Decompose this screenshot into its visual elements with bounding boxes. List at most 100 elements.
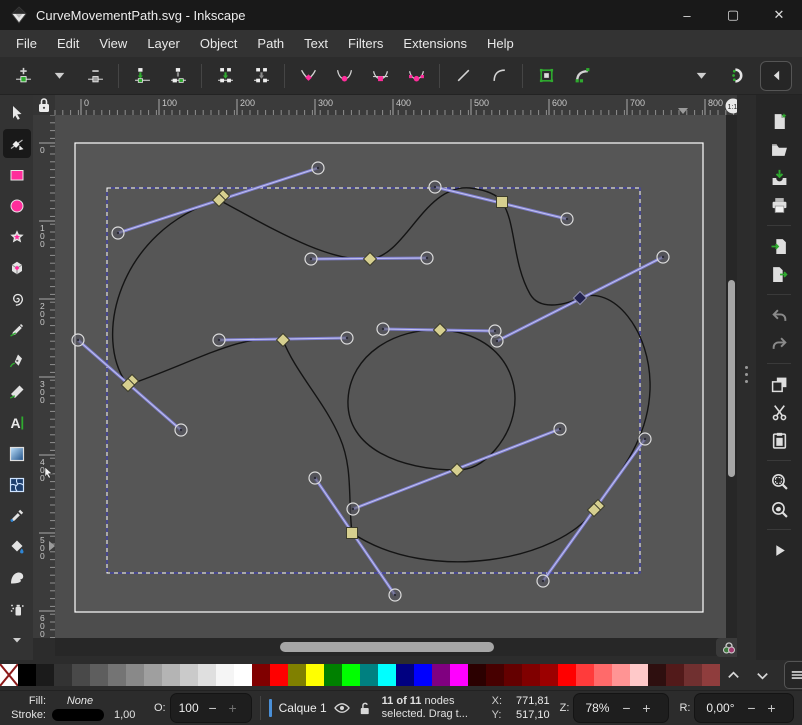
vertical-scrollbar-thumb[interactable] bbox=[728, 280, 735, 477]
swatch-b4b4b4[interactable] bbox=[162, 664, 180, 686]
swatch-ff0000[interactable] bbox=[270, 664, 288, 686]
swatch-008080[interactable] bbox=[360, 664, 378, 686]
segment-line-button[interactable] bbox=[450, 63, 476, 89]
swatch-ff0000[interactable] bbox=[558, 664, 576, 686]
node-insert-button[interactable] bbox=[10, 63, 36, 89]
nodes-join-segment-button[interactable] bbox=[165, 63, 191, 89]
menu-text[interactable]: Text bbox=[294, 36, 338, 51]
node-smooth-button[interactable] bbox=[331, 63, 357, 89]
opacity-decrease-button[interactable]: − bbox=[203, 700, 223, 716]
tool-node[interactable] bbox=[3, 129, 31, 158]
swatch-494949[interactable] bbox=[72, 664, 90, 686]
swatch-0000ff[interactable] bbox=[414, 664, 432, 686]
printer-button[interactable] bbox=[764, 191, 794, 219]
tool-mesh[interactable] bbox=[3, 470, 31, 499]
swatch-808000[interactable] bbox=[288, 664, 306, 686]
swatch-00ff00[interactable] bbox=[342, 664, 360, 686]
rotation-spinbox[interactable]: 0,00° − + bbox=[694, 693, 794, 723]
zoom-increase-button[interactable]: + bbox=[636, 700, 656, 716]
swatch-9f9f9f[interactable] bbox=[144, 664, 162, 686]
undo-button[interactable] bbox=[764, 301, 794, 329]
swatch-800080[interactable] bbox=[432, 664, 450, 686]
folder-open-button[interactable] bbox=[764, 135, 794, 163]
zoom-decrease-button[interactable]: − bbox=[616, 700, 636, 716]
swatch-ffffff[interactable] bbox=[234, 664, 252, 686]
menu-help[interactable]: Help bbox=[477, 36, 524, 51]
menu-extensions[interactable]: Extensions bbox=[393, 36, 477, 51]
tool-calligraphy[interactable] bbox=[3, 377, 31, 406]
export-button[interactable] bbox=[764, 260, 794, 288]
nodes-join-button[interactable] bbox=[129, 63, 155, 89]
vertical-ruler[interactable]: 0100200300400500600 bbox=[33, 115, 55, 638]
node-symmetric-button[interactable] bbox=[367, 63, 393, 89]
rotation-increase-button[interactable]: + bbox=[761, 700, 781, 716]
swatch-703030[interactable] bbox=[684, 664, 702, 686]
swatch-ff6a6a[interactable] bbox=[594, 664, 612, 686]
swatch-dfdfdf[interactable] bbox=[198, 664, 216, 686]
node-delete-button[interactable] bbox=[82, 63, 108, 89]
cut-button[interactable] bbox=[764, 398, 794, 426]
maximize-button[interactable]: ▢ bbox=[710, 0, 756, 30]
zoom-value[interactable]: 78% bbox=[578, 701, 616, 715]
redo-button[interactable] bbox=[764, 329, 794, 357]
rotation-decrease-button[interactable]: − bbox=[741, 700, 761, 716]
document-save-button[interactable] bbox=[764, 163, 794, 191]
close-button[interactable]: ✕ bbox=[756, 0, 802, 30]
swatch-00ffff[interactable] bbox=[378, 664, 396, 686]
layer-lock-open-icon[interactable] bbox=[357, 701, 372, 716]
swatch-f5f5f5[interactable] bbox=[216, 664, 234, 686]
swatch-ff3b3b[interactable] bbox=[576, 664, 594, 686]
zoom-selection-button[interactable] bbox=[764, 467, 794, 495]
opacity-increase-button[interactable]: + bbox=[223, 700, 243, 716]
minimize-button[interactable]: – bbox=[664, 0, 710, 30]
nodes-break-button[interactable] bbox=[212, 63, 238, 89]
palette-scroll-down-icon[interactable] bbox=[755, 668, 770, 683]
panel-resize-grip[interactable] bbox=[742, 366, 750, 383]
tool-rectangle[interactable] bbox=[3, 160, 31, 189]
menu-view[interactable]: View bbox=[89, 36, 137, 51]
segment-curve-button[interactable] bbox=[486, 63, 512, 89]
swatch-ff00ff[interactable] bbox=[450, 664, 468, 686]
nodes-delete-segment-button[interactable] bbox=[248, 63, 274, 89]
fill-value[interactable]: None bbox=[52, 695, 108, 707]
menu-object[interactable]: Object bbox=[190, 36, 248, 51]
collapse-left-button[interactable] bbox=[760, 61, 792, 91]
swatch-1b1b1b[interactable] bbox=[36, 664, 54, 686]
palette-menu-button[interactable] bbox=[784, 661, 802, 689]
swatch-2e0f0f[interactable] bbox=[648, 664, 666, 686]
swatch-ff9494[interactable] bbox=[612, 664, 630, 686]
current-layer-name[interactable]: Calque 1 bbox=[279, 701, 327, 715]
tool-gradient[interactable] bbox=[3, 439, 31, 468]
swatch-898989[interactable] bbox=[126, 664, 144, 686]
menu-file[interactable]: File bbox=[6, 36, 47, 51]
vertical-scrollbar[interactable] bbox=[726, 115, 737, 638]
menu-path[interactable]: Path bbox=[247, 36, 294, 51]
node-corner-button[interactable] bbox=[295, 63, 321, 89]
swatch-cacaca[interactable] bbox=[180, 664, 198, 686]
swatch-ffff00[interactable] bbox=[306, 664, 324, 686]
opacity-value[interactable]: 100 bbox=[175, 701, 203, 715]
tool-tweak[interactable] bbox=[3, 563, 31, 592]
horizontal-scrollbar[interactable] bbox=[55, 638, 726, 656]
tool-paint-bucket[interactable] bbox=[3, 532, 31, 561]
swatch-2b0000[interactable] bbox=[468, 664, 486, 686]
swatch-8f3d3d[interactable] bbox=[702, 664, 720, 686]
zoom-drawing-button[interactable] bbox=[764, 495, 794, 523]
tool-dropper[interactable] bbox=[3, 501, 31, 530]
swatch-none[interactable] bbox=[0, 664, 18, 686]
node-auto-button[interactable] bbox=[403, 63, 429, 89]
swatch-000000[interactable] bbox=[18, 664, 36, 686]
stroke-color-swatch[interactable] bbox=[52, 709, 104, 721]
tool-text[interactable]: A bbox=[3, 408, 31, 437]
tool-pencil[interactable] bbox=[3, 315, 31, 344]
tool-spiral[interactable] bbox=[3, 284, 31, 313]
tool-pen[interactable] bbox=[3, 346, 31, 375]
horizontal-ruler[interactable]: 01002003004005006007008001:1 bbox=[33, 95, 756, 115]
duplicate-button[interactable] bbox=[764, 370, 794, 398]
tool-star[interactable] bbox=[3, 222, 31, 251]
swatch-333333[interactable] bbox=[54, 664, 72, 686]
document-new-button[interactable] bbox=[764, 107, 794, 135]
stroke-width-value[interactable]: 1,00 bbox=[114, 709, 144, 721]
tool-selector[interactable] bbox=[3, 98, 31, 127]
caret-down-button[interactable] bbox=[46, 63, 72, 89]
